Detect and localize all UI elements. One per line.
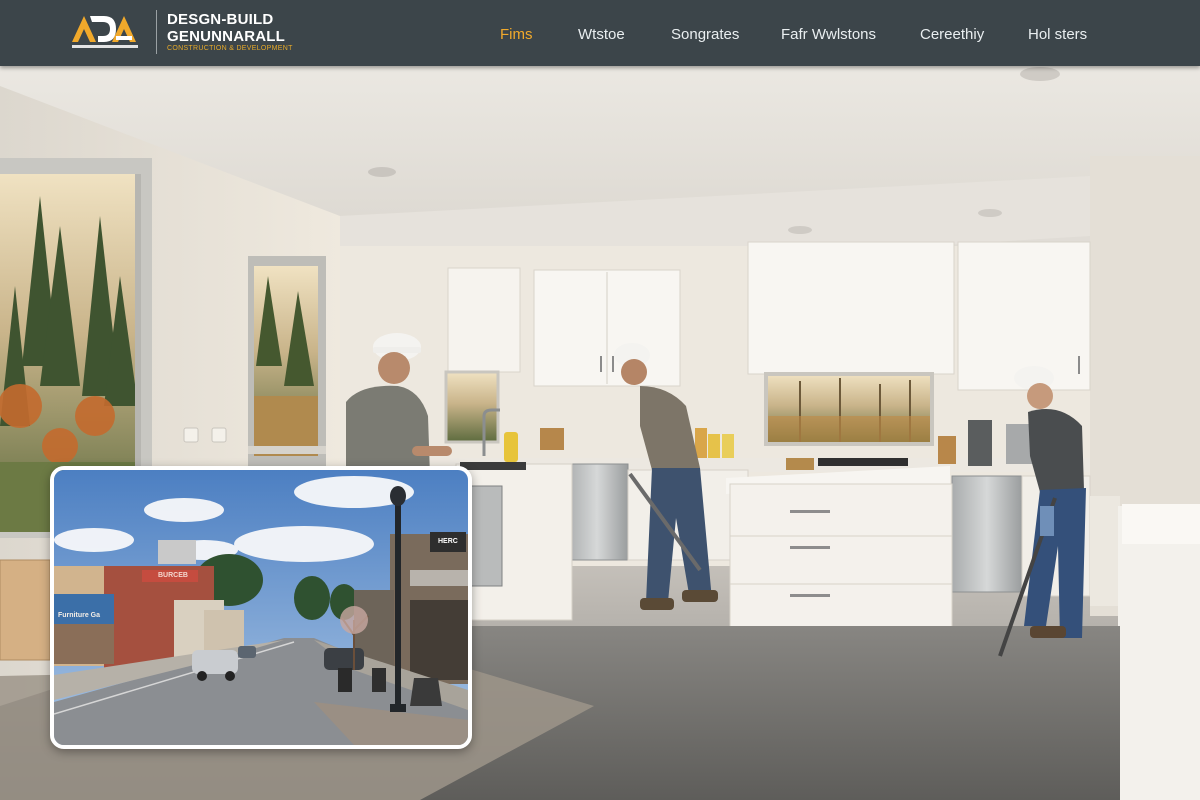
nav-item-4[interactable]: Fafr Wwlstons bbox=[781, 26, 876, 43]
nav-item-6[interactable]: Hol sters bbox=[1028, 26, 1087, 43]
store-sign-red: BURCEB bbox=[158, 572, 188, 579]
store-sign-furniture: Furniture Ga bbox=[58, 612, 101, 619]
nav-item-1[interactable]: Fims bbox=[500, 26, 533, 43]
nav-item-2[interactable]: Wtstoe bbox=[578, 26, 625, 43]
nav-item-5[interactable]: Cereethiy bbox=[920, 26, 984, 43]
inset-street-photo: Furniture Ga BURCEB HERC bbox=[50, 466, 472, 749]
store-sign-right: HERC bbox=[438, 538, 458, 545]
main-navigation: Fims Wtstoe Songrates Fafr Wwlstons Cere… bbox=[0, 0, 1200, 66]
street-scene-illustration bbox=[54, 470, 468, 745]
nav-item-3[interactable]: Songrates bbox=[671, 26, 739, 43]
site-header: DESGN-BUILD GENUNNARALL CONSTRUCTION & D… bbox=[0, 0, 1200, 66]
